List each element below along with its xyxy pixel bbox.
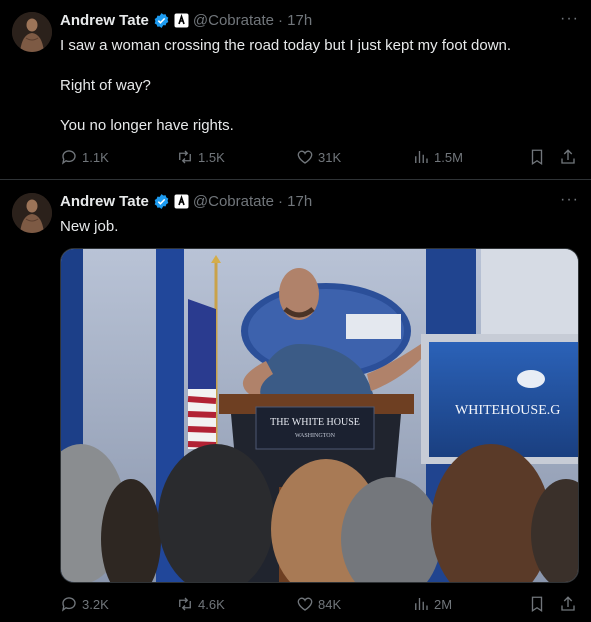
avatar[interactable] [12, 193, 52, 233]
more-icon[interactable]: ··· [560, 191, 579, 209]
tweet-line: You no longer have rights. [60, 117, 234, 134]
tweet-line: Right of way? [60, 77, 151, 94]
author-name[interactable]: Andrew Tate [60, 193, 149, 210]
author-handle[interactable]: @Cobratate [193, 193, 274, 210]
like-button[interactable]: 31K [296, 147, 341, 167]
repost-button[interactable]: 1.5K [176, 147, 225, 167]
press-briefing-photo: THE WHITE HOUSE WASHINGTON WHITEHOUSE.G [61, 249, 578, 582]
repost-count: 4.6K [198, 596, 225, 612]
reply-button[interactable]: 3.2K [60, 594, 109, 614]
timestamp[interactable]: · 17h [278, 193, 312, 210]
tweet-line: I saw a woman crossing the road today bu… [60, 37, 512, 54]
podium-sign-subtitle: WASHINGTON [295, 433, 336, 439]
reply-icon [61, 597, 76, 612]
views-count: 2M [434, 596, 453, 612]
tweet[interactable]: Andrew Tate @Cobratate · 17h ··· I saw a… [0, 0, 591, 180]
like-icon [297, 597, 313, 611]
views-button[interactable]: 2M [412, 594, 452, 614]
views-button[interactable]: 1.5M [412, 147, 463, 167]
like-count: 84K [318, 596, 342, 612]
reply-count: 1.1K [82, 149, 109, 165]
share-icon [561, 596, 575, 611]
views-count: 1.5M [434, 149, 463, 165]
action-bar: 3.2K 4.6K 84K 2M [60, 594, 579, 614]
affiliate-badge-icon[interactable] [174, 13, 189, 28]
verified-icon [154, 193, 169, 209]
verified-icon [154, 12, 169, 28]
reply-button[interactable]: 1.1K [60, 147, 109, 167]
action-bar: 1.1K 1.5K 31K 1.5M [60, 147, 579, 167]
tweet-header: Andrew Tate @Cobratate · 17h [60, 191, 312, 211]
share-button[interactable] [559, 594, 577, 614]
screen-text: WHITEHOUSE.G [455, 403, 560, 418]
share-button[interactable] [559, 147, 577, 167]
like-count: 31K [318, 149, 342, 165]
author-handle[interactable]: @Cobratate [193, 12, 274, 29]
tweet-text: I saw a woman crossing the road today bu… [60, 36, 575, 136]
more-icon[interactable]: ··· [560, 10, 579, 28]
bookmark-button[interactable] [528, 594, 546, 614]
timestamp[interactable]: · 17h [278, 12, 312, 29]
views-icon [415, 151, 428, 163]
affiliate-badge-icon[interactable] [174, 194, 189, 209]
like-icon [297, 150, 313, 164]
bookmark-icon [531, 596, 543, 613]
tweet-line: New job. [60, 218, 119, 235]
views-icon [415, 598, 428, 610]
podium-sign-title: THE WHITE HOUSE [270, 417, 360, 428]
share-icon [561, 149, 575, 164]
repost-button[interactable]: 4.6K [176, 594, 225, 614]
tweet-image[interactable]: THE WHITE HOUSE WASHINGTON WHITEHOUSE.G [60, 248, 579, 583]
author-name[interactable]: Andrew Tate [60, 12, 149, 29]
avatar[interactable] [12, 12, 52, 52]
repost-icon [179, 597, 191, 611]
bookmark-button[interactable] [528, 147, 546, 167]
tweet-header: Andrew Tate @Cobratate · 17h [60, 10, 312, 30]
reply-icon [61, 150, 76, 165]
reply-count: 3.2K [82, 596, 109, 612]
repost-icon [179, 150, 191, 164]
tweet[interactable]: Andrew Tate @Cobratate · 17h ··· New job… [0, 180, 591, 622]
repost-count: 1.5K [198, 149, 225, 165]
like-button[interactable]: 84K [296, 594, 341, 614]
bookmark-icon [531, 149, 543, 166]
tweet-text: New job. [60, 217, 575, 237]
